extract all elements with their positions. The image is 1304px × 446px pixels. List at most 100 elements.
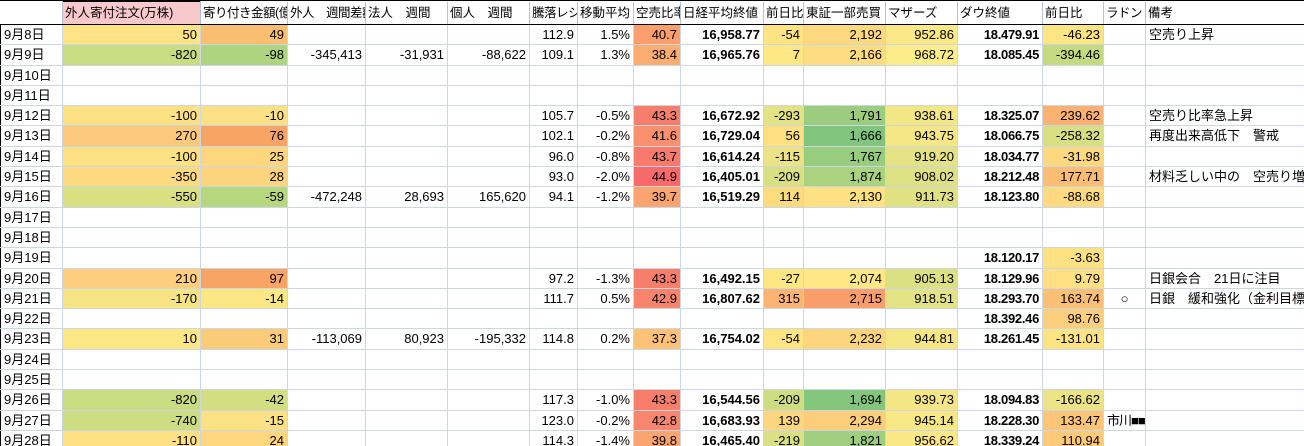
- cell-chg[interactable]: 7: [764, 45, 804, 65]
- cell-yoritsuki[interactable]: 31: [201, 329, 288, 349]
- cell-radon[interactable]: [1104, 106, 1146, 126]
- cell-gaijin_week[interactable]: [288, 410, 366, 430]
- cell-short[interactable]: 43.3: [634, 390, 681, 410]
- cell-hojin[interactable]: 80,923: [366, 329, 448, 349]
- cell-ratio[interactable]: 112.9: [530, 25, 578, 45]
- cell-yoritsuki[interactable]: [201, 349, 288, 369]
- cell-mothers[interactable]: 939.73: [886, 390, 958, 410]
- cell-biko[interactable]: 空売り比率急上昇: [1146, 106, 1304, 126]
- cell-dowchg[interactable]: -166.62: [1043, 390, 1104, 410]
- cell-ma[interactable]: -1.4%: [578, 430, 634, 446]
- cell-hojin[interactable]: [366, 25, 448, 45]
- cell-kojin[interactable]: 165,620: [448, 187, 530, 207]
- cell-gaijin_week[interactable]: [288, 25, 366, 45]
- cell-biko[interactable]: 再度出来高低下 警戒: [1146, 126, 1304, 146]
- row-date[interactable]: 9月16日: [1, 187, 63, 207]
- cell-gaijin_week[interactable]: -113,069: [288, 329, 366, 349]
- cell-nikkei[interactable]: 16,958.77: [681, 25, 764, 45]
- cell-nikkei[interactable]: 16,492.15: [681, 268, 764, 288]
- row-date[interactable]: 9月18日: [1, 227, 63, 247]
- cell-ma[interactable]: [578, 85, 634, 105]
- cell-nikkei[interactable]: [681, 248, 764, 268]
- cell-biko[interactable]: [1146, 329, 1304, 349]
- cell-chg[interactable]: -54: [764, 25, 804, 45]
- cell-hojin[interactable]: [366, 410, 448, 430]
- cell-kojin[interactable]: [448, 248, 530, 268]
- cell-short[interactable]: [634, 227, 681, 247]
- cell-kojin[interactable]: -88,622: [448, 45, 530, 65]
- cell-radon[interactable]: [1104, 167, 1146, 187]
- cell-hojin[interactable]: [366, 309, 448, 329]
- cell-gaijin[interactable]: -350: [63, 167, 201, 187]
- cell-ratio[interactable]: 97.2: [530, 268, 578, 288]
- cell-biko[interactable]: 日銀会合 21日に注目: [1146, 268, 1304, 288]
- cell-hojin[interactable]: [366, 85, 448, 105]
- cell-kojin[interactable]: [448, 227, 530, 247]
- cell-hojin[interactable]: 28,693: [366, 187, 448, 207]
- cell-gaijin_week[interactable]: -472,248: [288, 187, 366, 207]
- cell-short[interactable]: 41.6: [634, 126, 681, 146]
- cell-hojin[interactable]: [366, 349, 448, 369]
- cell-gaijin_week[interactable]: [288, 288, 366, 308]
- cell-nikkei[interactable]: 16,614.24: [681, 146, 764, 166]
- cell-yoritsuki[interactable]: -14: [201, 288, 288, 308]
- cell-nikkei[interactable]: 16,754.02: [681, 329, 764, 349]
- row-date[interactable]: 9月13日: [1, 126, 63, 146]
- row-date[interactable]: 9月11日: [1, 85, 63, 105]
- cell-gaijin[interactable]: -820: [63, 390, 201, 410]
- cell-nikkei[interactable]: [681, 349, 764, 369]
- cell-radon[interactable]: [1104, 207, 1146, 227]
- cell-radon[interactable]: [1104, 349, 1146, 369]
- cell-short[interactable]: 43.3: [634, 106, 681, 126]
- cell-gaijin[interactable]: [63, 65, 201, 85]
- cell-nikkei[interactable]: 16,544.56: [681, 390, 764, 410]
- cell-biko[interactable]: [1146, 430, 1304, 446]
- cell-ratio[interactable]: 117.3: [530, 390, 578, 410]
- row-date[interactable]: 9月9日: [1, 45, 63, 65]
- cell-gaijin_week[interactable]: [288, 309, 366, 329]
- col-header-mothers[interactable]: マザーズ: [886, 2, 958, 25]
- cell-tosho[interactable]: 1,791: [804, 106, 886, 126]
- row-date[interactable]: 9月20日: [1, 268, 63, 288]
- cell-mothers[interactable]: 968.72: [886, 45, 958, 65]
- col-header-hojin[interactable]: 法人 週間: [366, 2, 448, 25]
- cell-ratio[interactable]: 114.3: [530, 430, 578, 446]
- cell-ratio[interactable]: [530, 248, 578, 268]
- cell-yoritsuki[interactable]: [201, 207, 288, 227]
- cell-biko[interactable]: [1146, 410, 1304, 430]
- cell-dowchg[interactable]: -131.01: [1043, 329, 1104, 349]
- cell-gaijin[interactable]: [63, 248, 201, 268]
- cell-tosho[interactable]: 2,130: [804, 187, 886, 207]
- cell-tosho[interactable]: 2,166: [804, 45, 886, 65]
- cell-kojin[interactable]: [448, 167, 530, 187]
- row-date[interactable]: 9月10日: [1, 65, 63, 85]
- cell-gaijin_week[interactable]: [288, 370, 366, 390]
- row-date[interactable]: 9月15日: [1, 167, 63, 187]
- cell-gaijin[interactable]: [63, 227, 201, 247]
- cell-gaijin[interactable]: -170: [63, 288, 201, 308]
- cell-gaijin[interactable]: [63, 370, 201, 390]
- cell-gaijin[interactable]: -100: [63, 146, 201, 166]
- cell-radon[interactable]: [1104, 85, 1146, 105]
- cell-ma[interactable]: 0.2%: [578, 329, 634, 349]
- cell-chg[interactable]: -27: [764, 268, 804, 288]
- cell-dow[interactable]: 18.392.46: [958, 309, 1043, 329]
- cell-hojin[interactable]: [366, 248, 448, 268]
- cell-short[interactable]: 38.4: [634, 45, 681, 65]
- cell-mothers[interactable]: 919.20: [886, 146, 958, 166]
- cell-mothers[interactable]: [886, 65, 958, 85]
- cell-chg[interactable]: [764, 309, 804, 329]
- col-header-chg[interactable]: 前日比: [764, 2, 804, 25]
- cell-gaijin_week[interactable]: [288, 349, 366, 369]
- cell-chg[interactable]: -115: [764, 146, 804, 166]
- cell-dow[interactable]: [958, 65, 1043, 85]
- cell-chg[interactable]: [764, 370, 804, 390]
- cell-chg[interactable]: 139: [764, 410, 804, 430]
- cell-biko[interactable]: [1146, 309, 1304, 329]
- cell-chg[interactable]: 315: [764, 288, 804, 308]
- cell-gaijin[interactable]: 270: [63, 126, 201, 146]
- cell-short[interactable]: [634, 65, 681, 85]
- cell-ma[interactable]: [578, 207, 634, 227]
- cell-hojin[interactable]: [366, 370, 448, 390]
- cell-dow[interactable]: [958, 349, 1043, 369]
